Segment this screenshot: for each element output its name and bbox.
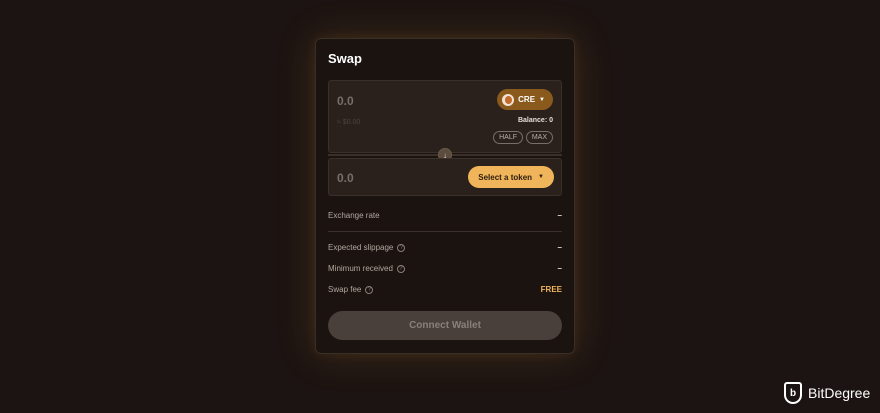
cre-token-icon — [502, 93, 515, 106]
from-token-panel: 0.0 ≈ $0.00 CRE ▼ Balance: 0 HALF MAX — [328, 80, 562, 153]
swap-title: Swap — [328, 51, 362, 66]
swap-fee-row: Swap fee ? FREE — [328, 285, 562, 294]
help-icon[interactable]: ? — [396, 264, 405, 273]
slippage-row: Expected slippage ? – — [328, 243, 562, 252]
from-usd-value: ≈ $0.00 — [337, 119, 361, 126]
exchange-rate-row: Exchange rate – — [328, 211, 562, 220]
slippage-value: – — [557, 243, 562, 252]
help-icon[interactable]: ? — [365, 285, 374, 294]
select-token-button[interactable]: Select a token ▼ — [468, 166, 554, 188]
slippage-label: Expected slippage — [328, 243, 394, 252]
minimum-received-row: Minimum received ? – — [328, 264, 562, 273]
to-amount-input[interactable]: 0.0 — [337, 171, 354, 185]
select-token-label: Select a token — [478, 172, 533, 182]
bitdegree-watermark: b BitDegree — [784, 382, 870, 404]
help-icon[interactable]: ? — [397, 243, 406, 252]
chevron-down-icon: ▼ — [539, 96, 545, 103]
swap-fee-value: FREE — [540, 285, 562, 294]
half-button[interactable]: HALF — [493, 131, 523, 144]
brand-name: BitDegree — [808, 385, 871, 401]
bitdegree-logo-icon: b — [784, 382, 802, 404]
chevron-down-icon: ▼ — [538, 174, 544, 180]
swap-fee-label: Swap fee — [328, 285, 362, 294]
exchange-rate-value: – — [557, 211, 562, 220]
from-token-symbol: CRE — [518, 95, 536, 104]
exchange-rate-label: Exchange rate — [328, 211, 380, 220]
connect-wallet-button[interactable]: Connect Wallet — [328, 311, 562, 340]
swap-card: Swap 0.0 ≈ $0.00 CRE ▼ Balance: 0 HALF M… — [315, 38, 575, 354]
from-token-selector[interactable]: CRE ▼ — [497, 89, 553, 110]
from-amount-input[interactable]: 0.0 — [337, 94, 354, 108]
to-token-panel: 0.0 Select a token ▼ — [328, 158, 562, 196]
minimum-received-label: Minimum received — [328, 264, 393, 273]
from-balance: Balance: 0 — [517, 117, 553, 124]
minimum-received-value: – — [557, 264, 562, 273]
max-button[interactable]: MAX — [525, 131, 553, 144]
details-divider — [328, 231, 562, 232]
